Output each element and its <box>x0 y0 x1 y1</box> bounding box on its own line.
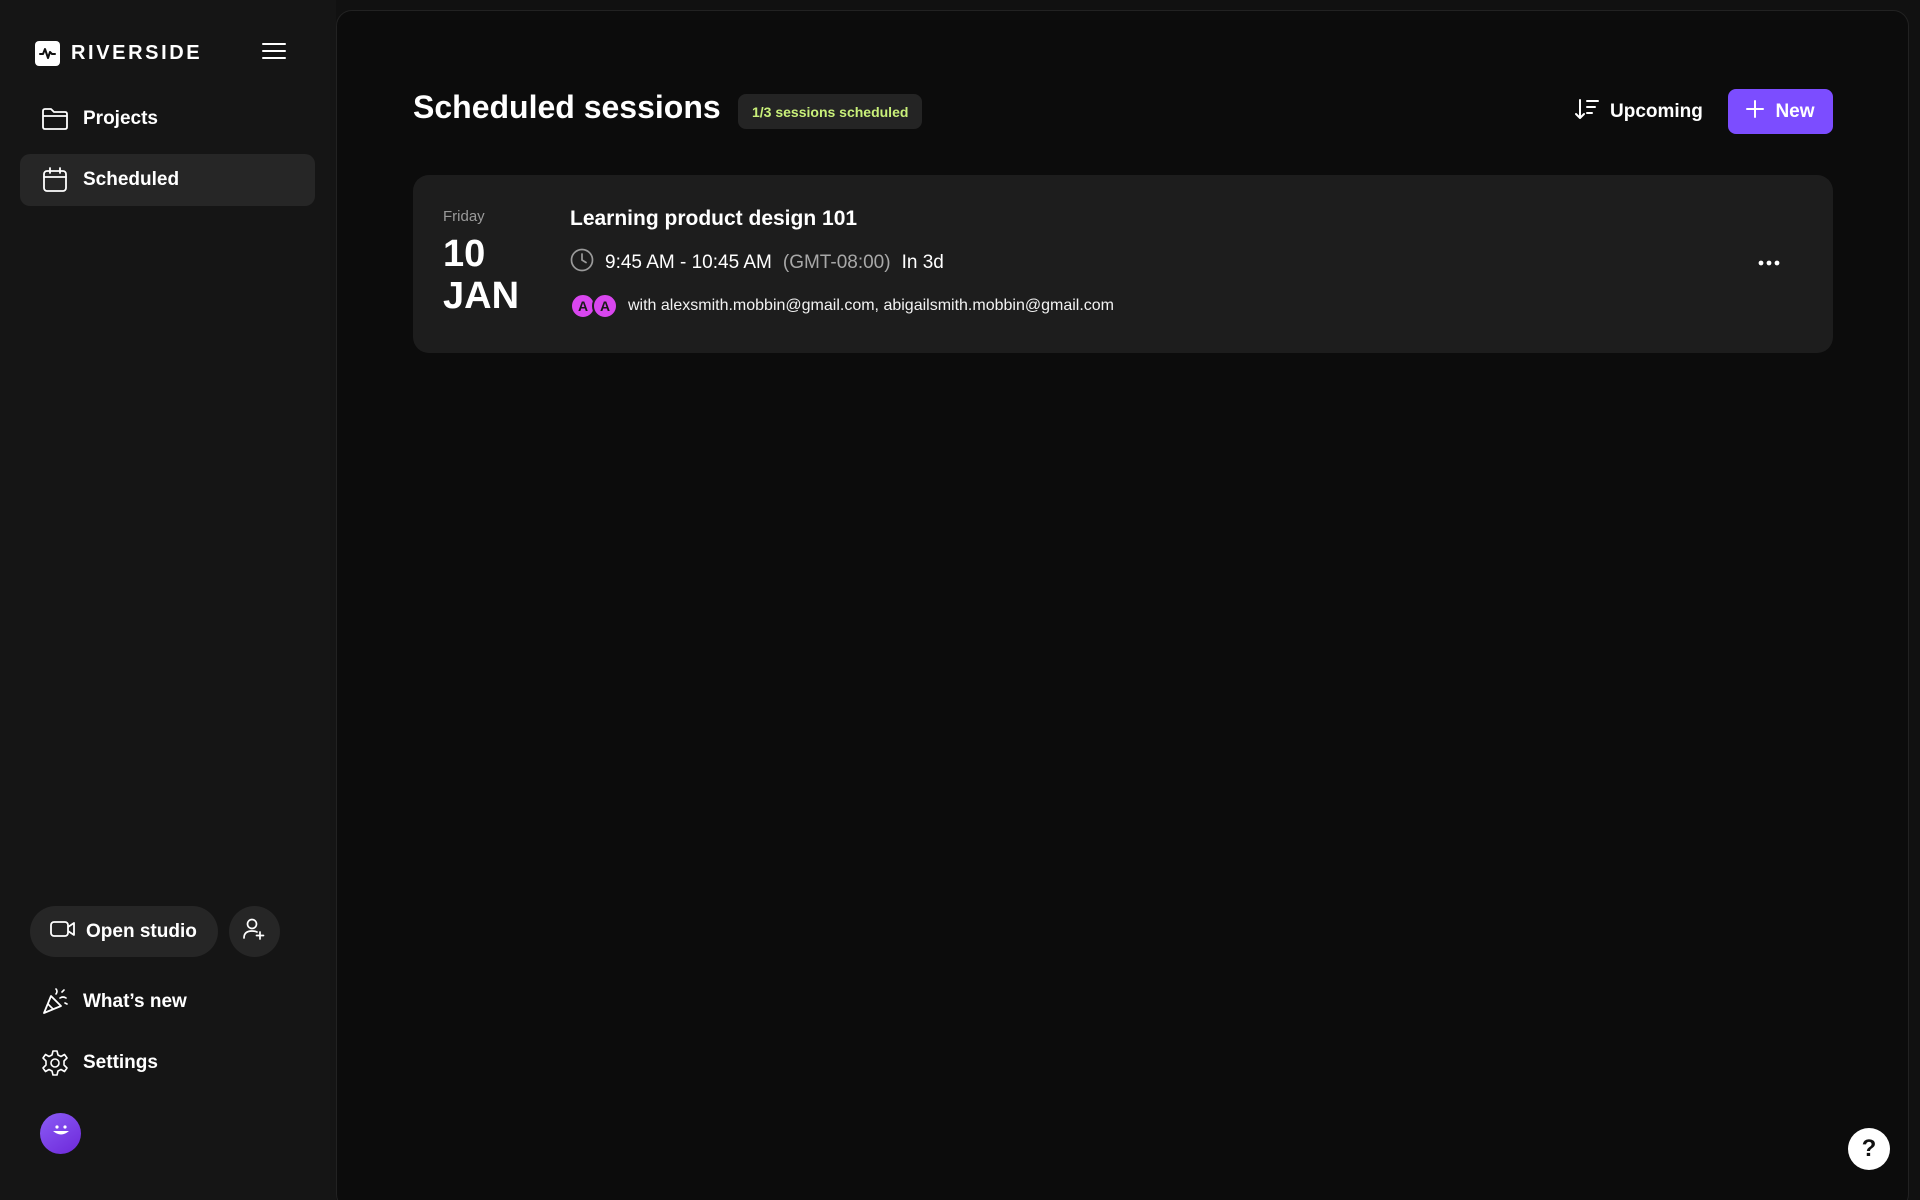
open-studio-label: Open studio <box>86 920 197 942</box>
session-card[interactable]: Friday 10 JAN Learning product design 10… <box>413 175 1833 353</box>
sidebar-item-settings[interactable]: Settings <box>20 1037 315 1089</box>
sessions-quota-badge: 1/3 sessions scheduled <box>738 94 923 129</box>
session-weekday: Friday <box>443 208 485 225</box>
sidebar-item-label: Scheduled <box>83 169 180 190</box>
calendar-icon <box>41 166 69 194</box>
sidebar-item-whats-new[interactable]: What’s new <box>20 976 315 1028</box>
session-guests-text: with alexsmith.mobbin@gmail.com, abigail… <box>628 297 1114 314</box>
session-day: 10 <box>443 233 486 275</box>
sidebar: RIVERSIDE Projects Scheduled Open studio… <box>0 0 336 1200</box>
main-panel: Scheduled sessions 1/3 sessions schedule… <box>336 10 1909 1200</box>
sidebar-item-label: What’s new <box>83 991 187 1012</box>
app-root: RIVERSIDE Projects Scheduled Open studio… <box>0 0 1920 1200</box>
clock-icon <box>570 248 594 278</box>
sort-descending-icon <box>1575 98 1599 126</box>
add-user-icon <box>242 917 266 946</box>
sidebar-item-label: Projects <box>83 108 158 129</box>
session-more-button[interactable] <box>1749 247 1789 277</box>
gear-icon <box>41 1049 69 1077</box>
plus-icon <box>1746 99 1765 124</box>
session-time-range: 9:45 AM - 10:45 AM <box>605 252 772 273</box>
session-guests: A A with alexsmith.mobbin@gmail.com, abi… <box>570 293 1114 319</box>
sidebar-item-label: Settings <box>83 1052 158 1073</box>
more-horizontal-icon <box>1758 253 1780 271</box>
video-camera-icon <box>50 920 76 944</box>
invite-member-button[interactable] <box>228 906 280 957</box>
hamburger-icon <box>262 42 286 65</box>
brand-name: RIVERSIDE <box>71 41 203 64</box>
session-relative-time: In 3d <box>901 252 944 273</box>
new-session-button[interactable]: New <box>1728 89 1833 134</box>
session-title: Learning product design 101 <box>570 207 858 230</box>
sidebar-item-scheduled[interactable]: Scheduled <box>20 154 315 206</box>
page-title: Scheduled sessions <box>413 89 721 125</box>
session-timezone: (GMT-08:00) <box>782 252 891 273</box>
menu-toggle-button[interactable] <box>260 40 288 66</box>
new-button-label: New <box>1775 100 1815 122</box>
studio-actions: Open studio <box>30 906 280 957</box>
guest-avatar: A <box>592 293 618 319</box>
session-month: JAN <box>443 275 520 317</box>
open-studio-button[interactable]: Open studio <box>30 906 218 957</box>
help-button[interactable]: ? <box>1848 1128 1890 1170</box>
folder-icon <box>41 105 69 133</box>
party-popper-icon <box>41 988 69 1016</box>
sort-label: Upcoming <box>1610 101 1703 122</box>
sort-upcoming-button[interactable]: Upcoming <box>1575 95 1703 129</box>
smiley-face-icon <box>50 1124 72 1143</box>
account-avatar[interactable] <box>40 1113 81 1154</box>
session-time-row: 9:45 AM - 10:45 AM (GMT-08:00) In 3d <box>570 248 944 278</box>
waveform-icon <box>35 40 60 66</box>
brand-logo[interactable]: RIVERSIDE <box>35 40 202 66</box>
sidebar-item-projects[interactable]: Projects <box>20 93 315 145</box>
